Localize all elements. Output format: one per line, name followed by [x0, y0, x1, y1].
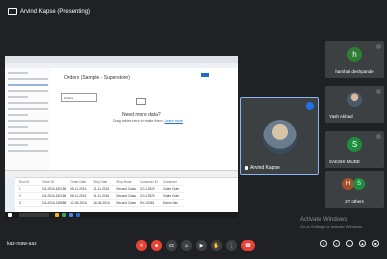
more-options-button[interactable]: ⋮ [226, 240, 237, 251]
presenting-label: Arvind Kapse (Presenting) [20, 8, 91, 15]
table-cell: CA-2016-152156 [40, 192, 69, 200]
others-count: 27 others [345, 199, 364, 204]
tableau-icon [76, 213, 80, 217]
participant-name: harshal deshpande [335, 69, 374, 74]
present-icon [245, 166, 248, 170]
chat-icon[interactable]: … [346, 240, 353, 247]
participant-avatar: S [353, 178, 365, 190]
start-icon [8, 213, 12, 217]
participant-name: SAKSHI MUDE [329, 159, 361, 164]
shared-screen: Orders (Sample - Superstore) Orders Need… [5, 56, 238, 218]
folder-icon [55, 213, 59, 217]
presenter-avatar [263, 120, 297, 154]
grid-side-tab [5, 177, 15, 213]
table-cell: 1 [17, 185, 40, 193]
empty-state-title: Need more data? [122, 112, 161, 118]
empty-state-text: Drag tables here to relate them. [113, 119, 164, 123]
lock-icon[interactable]: ■ [372, 240, 379, 247]
watermark-title: Activate Windows [300, 217, 348, 223]
table-row: 2 CA-2016-152156 08-11-2016 11-11-2016 S… [17, 192, 184, 200]
others-tile[interactable]: H S 27 others [325, 171, 384, 208]
table-cell: Second Class [114, 199, 138, 207]
table-cell: 11-11-2016 [91, 185, 115, 193]
camera-off-button[interactable]: ■ [151, 240, 162, 251]
participant-avatar [347, 92, 362, 107]
table-cell: 3 [17, 199, 40, 207]
orders-table-box[interactable]: Orders [61, 93, 97, 102]
learn-more-link[interactable]: Learn more [165, 119, 183, 123]
table-row: 1 CA-2016-152156 08-11-2016 11-11-2016 S… [17, 185, 184, 193]
app-icon [69, 213, 73, 217]
worksheet-title: Orders (Sample - Superstore) [64, 75, 130, 81]
side-panel-buttons: i • … ▲ ■ [320, 240, 379, 247]
participant-avatar: S [347, 137, 362, 152]
table-cell: DV-13045 [137, 199, 161, 207]
present-screen-icon [8, 8, 17, 15]
participant-name: Yash Akhad [329, 114, 353, 119]
presenter-name: Arvind Kapse [250, 165, 280, 171]
mic-off-icon [376, 44, 381, 49]
captions-button[interactable]: cc [166, 240, 177, 251]
table-cell: Second Class [114, 192, 138, 200]
call-controls: ✕ ■ cc ☺ ▶ ✋ ⋮ ☎ [136, 240, 255, 251]
data-icon [136, 98, 146, 105]
table-cell: 08-11-2016 [68, 185, 92, 193]
table-cell: 2 [17, 192, 40, 200]
info-icon[interactable]: i [320, 240, 327, 247]
activate-windows-watermark: Activate Windows Go to Settings to activ… [300, 217, 363, 229]
mic-off-button[interactable]: ✕ [136, 240, 147, 251]
table-cell: Claire Gute [160, 185, 184, 193]
windows-taskbar [5, 212, 238, 218]
update-button[interactable] [201, 73, 209, 77]
table-cell: CA-2016-152156 [40, 185, 69, 193]
people-icon[interactable]: • [333, 240, 340, 247]
participant-avatar: h [347, 47, 362, 62]
activities-icon[interactable]: ▲ [359, 240, 366, 247]
leave-call-button[interactable]: ☎ [241, 240, 255, 251]
data-table: Row ID Order ID Order Date Ship Date Shi… [17, 179, 184, 207]
browser-titlebar [5, 56, 238, 63]
participant-tile[interactable]: h harshal deshpande [325, 41, 384, 78]
grid-toolbar [5, 171, 238, 178]
table-cell: 08-11-2016 [68, 192, 92, 200]
present-button[interactable]: ▶ [196, 240, 207, 251]
empty-state-subtitle: Drag tables here to relate them. Learn m… [113, 119, 183, 123]
table-cell: CG-12520 [137, 192, 161, 200]
data-canvas: Orders (Sample - Superstore) Orders Need… [51, 68, 238, 170]
table-cell: Darrin Van [160, 199, 184, 207]
mic-off-icon [376, 89, 381, 94]
presenter-name-label: Arvind Kapse [245, 165, 280, 171]
top-bar: Arvind Kapse (Presenting) [0, 0, 387, 24]
participant-tile[interactable]: Yash Akhad [325, 86, 384, 123]
presenter-tile[interactable]: Arvind Kapse [240, 97, 319, 175]
table-cell: 12-06-2016 [68, 199, 92, 207]
taskbar-search [19, 213, 49, 217]
raise-hand-button[interactable]: ✋ [211, 240, 222, 251]
meeting-code: kaz-rsaw-aaz [7, 241, 37, 247]
data-source-pane [5, 68, 52, 170]
mic-off-icon [376, 134, 381, 139]
watermark-subtitle: Go to Settings to activate Windows. [300, 224, 364, 229]
data-grid: Row ID Order ID Order Date Ship Date Shi… [5, 170, 238, 213]
table-cell: 16-06-2016 [91, 199, 115, 207]
presenting-indicator[interactable]: Arvind Kapse (Presenting) [4, 5, 94, 18]
table-cell: CA-2016-138688 [40, 199, 69, 207]
table-row: 3 CA-2016-138688 12-06-2016 16-06-2016 S… [17, 199, 184, 207]
table-cell: 11-11-2016 [91, 192, 115, 200]
table-cell: Claire Gute [160, 192, 184, 200]
table-cell: Second Class [114, 185, 138, 193]
chrome-icon [62, 213, 66, 217]
speaking-indicator-icon [306, 102, 314, 110]
table-cell: CG-12520 [137, 185, 161, 193]
emoji-button[interactable]: ☺ [181, 240, 192, 251]
participant-tile[interactable]: S SAKSHI MUDE [325, 131, 384, 168]
